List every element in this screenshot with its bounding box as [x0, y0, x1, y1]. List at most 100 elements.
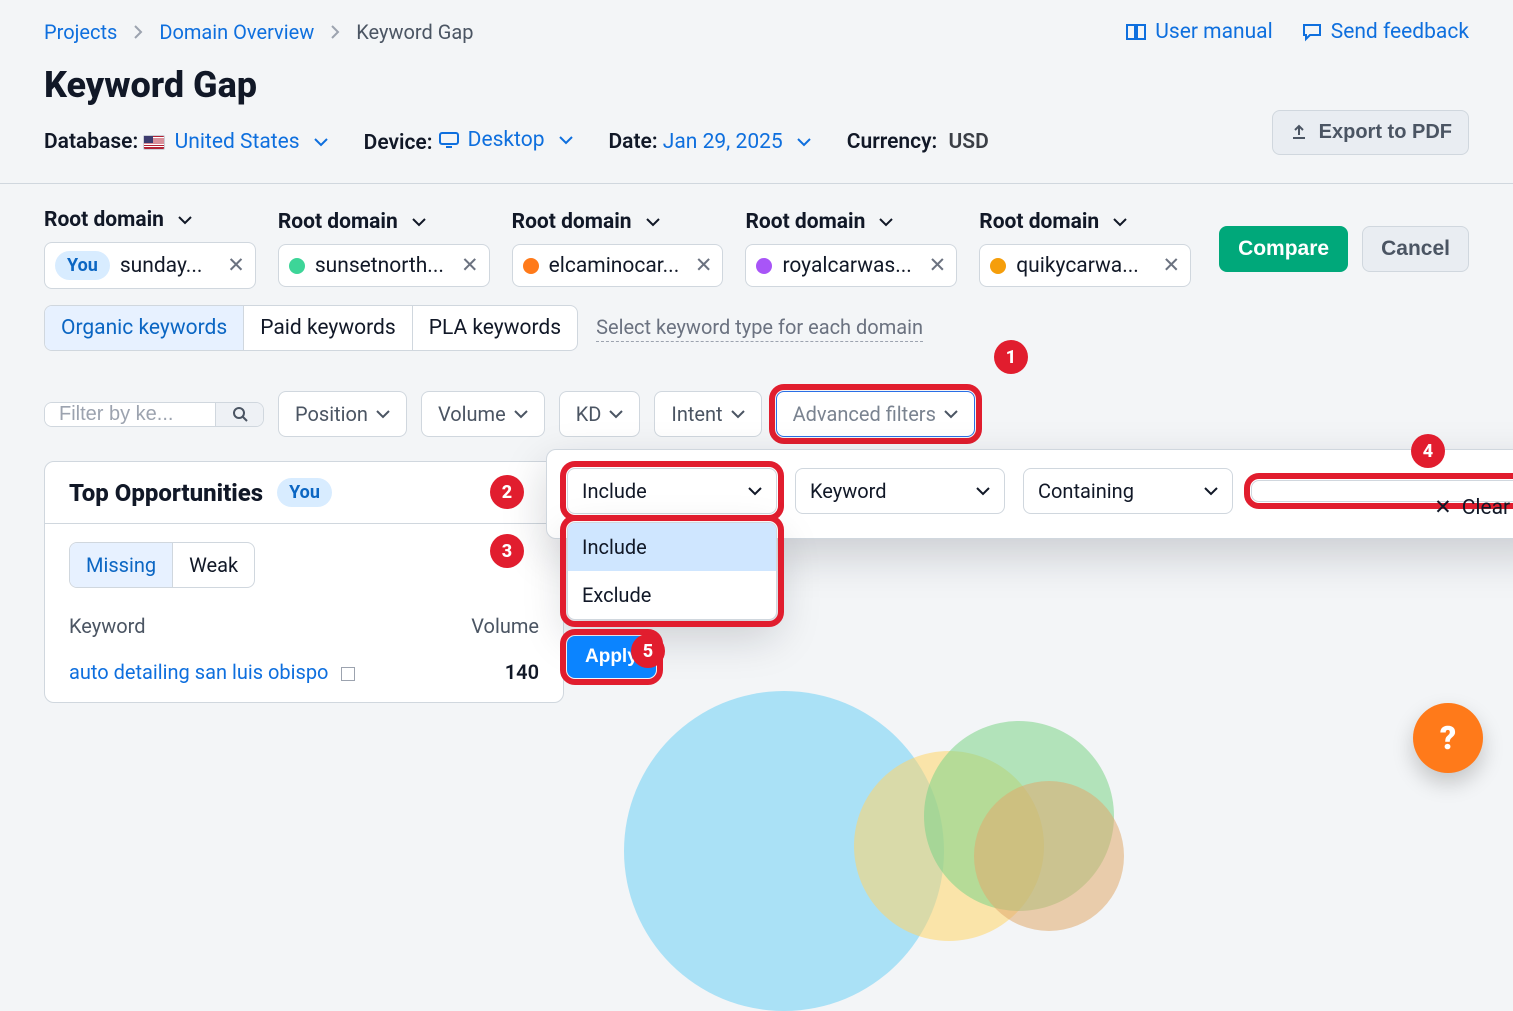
panel-row: Include Keyword Containing	[567, 468, 1513, 514]
search-button[interactable]	[215, 403, 263, 426]
keyword-filter-input[interactable]	[45, 403, 215, 426]
us-flag-icon	[143, 135, 165, 150]
filters: Position Volume KD Intent Advanced filte…	[44, 391, 1469, 437]
main-area: Root domain You sunday... ✕ Root domain …	[0, 184, 1513, 727]
tab-missing[interactable]: Missing	[70, 543, 173, 587]
keyword-text: auto detailing san luis obispo	[69, 660, 328, 684]
root-label: Root domain	[979, 210, 1099, 234]
filter-label: Advanced filters	[793, 402, 936, 426]
compare-button[interactable]: Compare	[1219, 226, 1348, 272]
annotation-4: 4	[1411, 434, 1445, 468]
tab-weak[interactable]: Weak	[173, 543, 254, 587]
close-icon: ✕	[1434, 495, 1452, 520]
domain-chip-text: royalcarwas...	[782, 254, 911, 278]
you-pill: You	[55, 251, 110, 280]
select-type-link[interactable]: Select keyword type for each domain	[596, 315, 923, 342]
right-area: Include Keyword Containing	[564, 461, 1469, 703]
device-dropdown[interactable]: Desktop	[438, 128, 573, 152]
close-icon[interactable]: ✕	[695, 253, 713, 278]
color-dot	[289, 258, 305, 274]
search-icon	[231, 405, 249, 423]
date-value: Jan 29, 2025	[663, 130, 783, 154]
help-icon: ?	[1440, 719, 1456, 757]
meta-date: Date: Jan 29, 2025	[609, 130, 811, 154]
chevron-down-icon	[609, 409, 623, 419]
filter-intent[interactable]: Intent	[654, 391, 761, 437]
page: Projects Domain Overview Keyword Gap Use…	[0, 0, 1513, 727]
meta-row: Database: United States Device: Desktop	[44, 128, 1469, 155]
meta-device: Device: Desktop	[364, 128, 573, 155]
chevron-down-icon	[412, 217, 426, 227]
cancel-button[interactable]: Cancel	[1362, 226, 1469, 272]
tab-organic[interactable]: Organic keywords	[45, 306, 244, 350]
close-icon[interactable]: ✕	[227, 253, 245, 278]
filter-volume[interactable]: Volume	[421, 391, 545, 437]
include-exclude-select[interactable]: Include	[567, 468, 777, 514]
root-domain-dropdown[interactable]: Root domain	[512, 210, 724, 234]
option-include[interactable]: Include	[568, 523, 776, 571]
chevron-down-icon	[748, 486, 762, 496]
filter-position[interactable]: Position	[278, 391, 407, 437]
root-domain-dropdown[interactable]: Root domain	[278, 210, 490, 234]
opportunities-title: Top Opportunities	[69, 479, 263, 507]
currency-label: Currency:	[847, 130, 938, 154]
chevron-down-icon	[976, 486, 990, 496]
annotation-number-icon: 3	[490, 534, 524, 568]
device-value: Desktop	[468, 128, 545, 152]
chevron-down-icon	[944, 409, 958, 419]
crumb-current: Keyword Gap	[356, 20, 473, 44]
root-label: Root domain	[745, 210, 865, 234]
col-keyword: Keyword	[69, 614, 146, 638]
filter-advanced[interactable]: Advanced filters	[776, 391, 975, 437]
advanced-filters-panel: Include Keyword Containing	[546, 449, 1513, 539]
root-domain-dropdown[interactable]: Root domain	[979, 210, 1191, 234]
chat-icon	[1301, 22, 1323, 42]
domain-chip-text: sunday...	[120, 254, 203, 278]
domain-col-3: Root domain elcaminocar... ✕	[512, 210, 724, 287]
desktop-icon	[438, 131, 460, 149]
domain-col-5: Root domain quikycarwa... ✕	[979, 210, 1191, 287]
chevron-down-icon	[178, 215, 192, 225]
close-icon[interactable]: ✕	[929, 253, 947, 278]
user-manual-link[interactable]: User manual	[1125, 20, 1272, 44]
filter-label: Volume	[438, 402, 506, 426]
tab-paid[interactable]: Paid keywords	[244, 306, 412, 350]
keyword-link[interactable]: auto detailing san luis obispo	[69, 660, 355, 684]
help-fab[interactable]: ?	[1413, 703, 1483, 773]
database-dropdown[interactable]: United States	[175, 130, 328, 154]
root-domain-dropdown[interactable]: Root domain	[745, 210, 957, 234]
color-dot	[990, 258, 1006, 274]
domain-chip[interactable]: quikycarwa... ✕	[979, 244, 1191, 287]
root-label: Root domain	[512, 210, 632, 234]
compare-actions: Compare Cancel	[1219, 226, 1469, 272]
domain-chip[interactable]: royalcarwas... ✕	[745, 244, 957, 287]
clear-all[interactable]: ✕ Clear all	[1434, 495, 1513, 520]
filter-kd[interactable]: KD	[559, 391, 641, 437]
match-type-select[interactable]: Containing	[1023, 468, 1233, 514]
crumb-projects[interactable]: Projects	[44, 20, 117, 44]
domain-chip[interactable]: elcaminocar... ✕	[512, 244, 724, 287]
tab-pla[interactable]: PLA keywords	[413, 306, 577, 350]
export-pdf-button[interactable]: Export to PDF	[1272, 110, 1469, 155]
annotation-number-icon: 5	[631, 634, 665, 668]
export-pdf-label: Export to PDF	[1319, 121, 1452, 144]
venn-diagram	[624, 691, 1184, 891]
send-feedback-link[interactable]: Send feedback	[1301, 20, 1469, 44]
crumb-domain-overview[interactable]: Domain Overview	[159, 20, 314, 44]
close-icon[interactable]: ✕	[461, 253, 479, 278]
domain-chip-text: sunsetnorth...	[315, 254, 444, 278]
date-dropdown[interactable]: Jan 29, 2025	[663, 130, 811, 154]
top-opportunities-card: Top Opportunities You Missing Weak Keywo…	[44, 461, 564, 703]
database-label: Database:	[44, 130, 138, 154]
domain-chip-you[interactable]: You sunday... ✕	[44, 242, 256, 289]
domain-chip[interactable]: sunsetnorth... ✕	[278, 244, 490, 287]
keyword-field-select[interactable]: Keyword	[795, 468, 1005, 514]
content: Top Opportunities You Missing Weak Keywo…	[44, 461, 1469, 703]
close-icon[interactable]: ✕	[1162, 253, 1180, 278]
top-row: Projects Domain Overview Keyword Gap Use…	[44, 20, 1469, 44]
clear-all-label: Clear all	[1462, 496, 1513, 520]
send-feedback-label: Send feedback	[1331, 20, 1469, 44]
annotation-5: 5	[631, 634, 665, 668]
root-domain-dropdown[interactable]: Root domain	[44, 208, 256, 232]
option-exclude[interactable]: Exclude	[568, 571, 776, 619]
